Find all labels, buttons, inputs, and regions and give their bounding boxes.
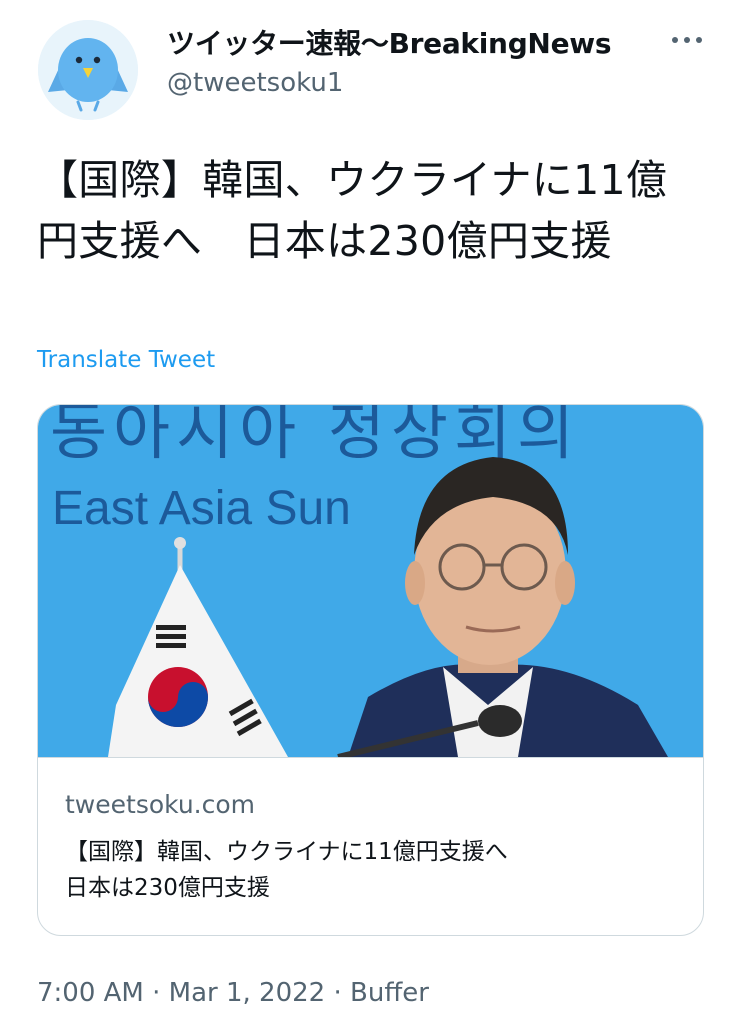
card-image: 동아시아 정상회의 East Asia Sun xyxy=(38,405,703,757)
tweet-text: 【国際】韓国、ウクライナに11億円支援へ 日本は230億円支援 xyxy=(37,156,668,265)
bird-avatar-icon xyxy=(38,20,138,120)
card-body[interactable]: tweetsoku.com 【国際】韓国、ウクライナに11億円支援へ 日本は23… xyxy=(38,757,703,935)
user-handle[interactable]: @tweetsoku1 xyxy=(167,68,343,98)
microphone xyxy=(478,705,522,737)
summit-photo xyxy=(108,457,668,757)
korean-flag xyxy=(108,565,288,757)
tweet-meta: 7:00 AM · Mar 1, 2022 · Buffer xyxy=(37,978,429,1008)
more-options-icon-dot xyxy=(684,37,690,43)
translate-tweet-link[interactable]: Translate Tweet xyxy=(37,347,215,373)
more-options-icon-dot xyxy=(696,37,702,43)
card-domain: tweetsoku.com xyxy=(65,790,256,819)
more-options-button[interactable] xyxy=(664,22,710,58)
link-card[interactable]: 동아시아 정상회의 East Asia Sun tweetsoku.com 【国… xyxy=(37,404,704,936)
card-title: 【国際】韓国、ウクライナに11億円支援へ 日本は230億円支援 xyxy=(65,839,508,901)
more-options-icon xyxy=(672,37,678,43)
avatar[interactable] xyxy=(38,20,138,120)
display-name[interactable]: ツイッター速報〜BreakingNews xyxy=(167,22,612,62)
